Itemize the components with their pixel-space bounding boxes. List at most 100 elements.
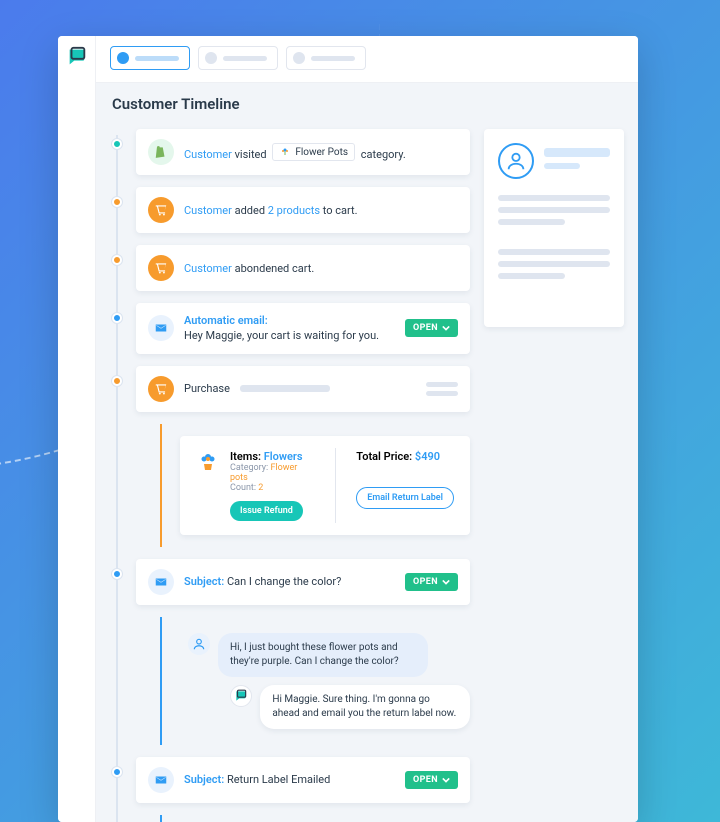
purchase-items-col: Items: Flowers Category: Flower pots Cou… xyxy=(196,450,315,521)
products-link[interactable]: 2 products xyxy=(268,204,320,217)
chevron-down-icon xyxy=(442,324,450,332)
bubble-text: Hi Maggie. Sure thing. I'm gonna go ahea… xyxy=(260,685,470,729)
content-row: Customer visited Flower Pots category. C… xyxy=(110,129,624,822)
agent-message: Hi Maggie. Sure thing. I'm gonna go ahea… xyxy=(230,685,470,729)
subject-text: Return Label Emailed xyxy=(227,773,330,786)
timeline-bullet xyxy=(112,197,122,207)
tab-label-placeholder xyxy=(135,56,179,61)
chat-thread: Hi, I just bought these flower pots and … xyxy=(180,629,470,733)
tab-2[interactable] xyxy=(198,46,278,70)
timeline: Customer visited Flower Pots category. C… xyxy=(110,129,470,822)
main-area: Customer Timeline Customer visited Flowe… xyxy=(96,36,638,822)
email-icon xyxy=(148,569,174,595)
event-text: Customer added 2 products to cart. xyxy=(184,204,358,217)
event-abandon: Customer abondened cart. xyxy=(110,245,470,291)
email-icon xyxy=(148,315,174,341)
purchase-detail-block: Items: Flowers Category: Flower pots Cou… xyxy=(160,424,470,547)
card-abandon: Customer abondened cart. xyxy=(136,245,470,291)
skeleton-line xyxy=(498,219,565,225)
timeline-line xyxy=(116,135,118,822)
skeleton-line xyxy=(498,261,610,267)
timeline-bullet xyxy=(112,376,122,386)
event-auto-email: Automatic email: Hey Maggie, your cart i… xyxy=(110,303,470,354)
skeleton-line xyxy=(498,195,610,201)
event-text: Customer visited Flower Pots category. xyxy=(184,143,406,161)
event-add-cart: Customer added 2 products to cart. xyxy=(110,187,470,233)
email-icon xyxy=(148,767,174,793)
tab-label-placeholder xyxy=(223,56,267,61)
flower-icon xyxy=(279,146,291,158)
cart-icon xyxy=(148,255,174,281)
tab-dot-icon xyxy=(205,52,217,64)
card-add-cart: Customer added 2 products to cart. xyxy=(136,187,470,233)
bubble-text: Hi, I just bought these flower pots and … xyxy=(218,633,428,677)
subject-text: Can I change the color? xyxy=(227,575,341,588)
tab-dot-icon xyxy=(117,52,129,64)
skeleton-line xyxy=(544,163,580,169)
open-button[interactable]: OPEN xyxy=(405,573,458,591)
agent-avatar-icon xyxy=(230,685,252,707)
customer-link[interactable]: Customer xyxy=(184,204,232,217)
timeline-bullet xyxy=(112,767,122,777)
chat-block-2: Got it! Thanks! xyxy=(160,815,470,822)
open-button[interactable]: OPEN xyxy=(405,771,458,789)
event-subject-1: Subject: Can I change the color? OPEN xyxy=(110,559,470,605)
app-logo-icon[interactable] xyxy=(66,46,88,68)
timeline-bullet xyxy=(112,569,122,579)
skeleton-line xyxy=(498,273,565,279)
purchase-label: Purchase xyxy=(184,382,230,395)
page-title: Customer Timeline xyxy=(112,95,624,113)
event-purchase: Purchase xyxy=(110,366,470,412)
chevron-down-icon xyxy=(442,776,450,784)
customer-link[interactable]: Customer xyxy=(184,148,232,161)
tab-bar xyxy=(96,36,638,83)
timeline-bullet xyxy=(112,255,122,265)
issue-refund-button[interactable]: Issue Refund xyxy=(230,501,303,521)
chat-block-1: Hi, I just bought these flower pots and … xyxy=(160,617,470,745)
purchase-detail-card: Items: Flowers Category: Flower pots Cou… xyxy=(180,436,470,535)
info-block xyxy=(498,249,610,279)
info-block xyxy=(498,195,610,225)
card-subject-1: Subject: Can I change the color? OPEN xyxy=(136,559,470,605)
tab-label-placeholder xyxy=(311,56,355,61)
customer-link[interactable]: Customer xyxy=(184,262,232,275)
card-auto-email: Automatic email: Hey Maggie, your cart i… xyxy=(136,303,470,354)
subject-label: Subject: xyxy=(184,575,227,588)
event-subject-2: Subject: Return Label Emailed OPEN xyxy=(110,757,470,803)
event-text: Subject: Can I change the color? xyxy=(184,575,341,588)
email-return-label-button[interactable]: Email Return Label xyxy=(356,487,454,509)
skeleton-line xyxy=(544,148,610,157)
event-visit: Customer visited Flower Pots category. xyxy=(110,129,470,175)
event-text: Customer abondened cart. xyxy=(184,262,314,275)
subject-label: Subject: xyxy=(184,773,227,786)
email-preview: Hey Maggie, your cart is waiting for you… xyxy=(184,329,379,342)
skeleton-line xyxy=(426,391,458,396)
customer-avatar-icon xyxy=(188,633,210,655)
tab-dot-icon xyxy=(293,52,305,64)
skeleton-line xyxy=(498,207,610,213)
cart-icon xyxy=(148,197,174,223)
purchase-row: Purchase xyxy=(184,382,458,396)
customer-message: Hi, I just bought these flower pots and … xyxy=(188,633,428,677)
skeleton-line xyxy=(498,249,610,255)
card-purchase: Purchase xyxy=(136,366,470,412)
event-text: Subject: Return Label Emailed xyxy=(184,773,330,786)
category-chip[interactable]: Flower Pots xyxy=(272,143,355,161)
cart-icon xyxy=(148,376,174,402)
timeline-bullet xyxy=(112,139,122,149)
card-visit: Customer visited Flower Pots category. xyxy=(136,129,470,175)
skeleton-line xyxy=(426,382,458,387)
timeline-bullet xyxy=(112,313,122,323)
shopify-icon xyxy=(148,139,174,165)
open-button[interactable]: OPEN xyxy=(405,319,458,337)
tab-3[interactable] xyxy=(286,46,366,70)
flower-icon xyxy=(196,450,220,521)
customer-side-panel xyxy=(484,129,624,327)
event-text: Automatic email: Hey Maggie, your cart i… xyxy=(184,313,379,344)
items-link[interactable]: Flowers xyxy=(264,450,303,463)
app-window: Customer Timeline Customer visited Flowe… xyxy=(58,36,638,822)
purchase-total-col: Total Price: $490 Email Return Label xyxy=(356,450,454,509)
skeleton-line xyxy=(240,385,330,392)
tab-1[interactable] xyxy=(110,46,190,70)
customer-avatar-icon xyxy=(498,143,534,179)
